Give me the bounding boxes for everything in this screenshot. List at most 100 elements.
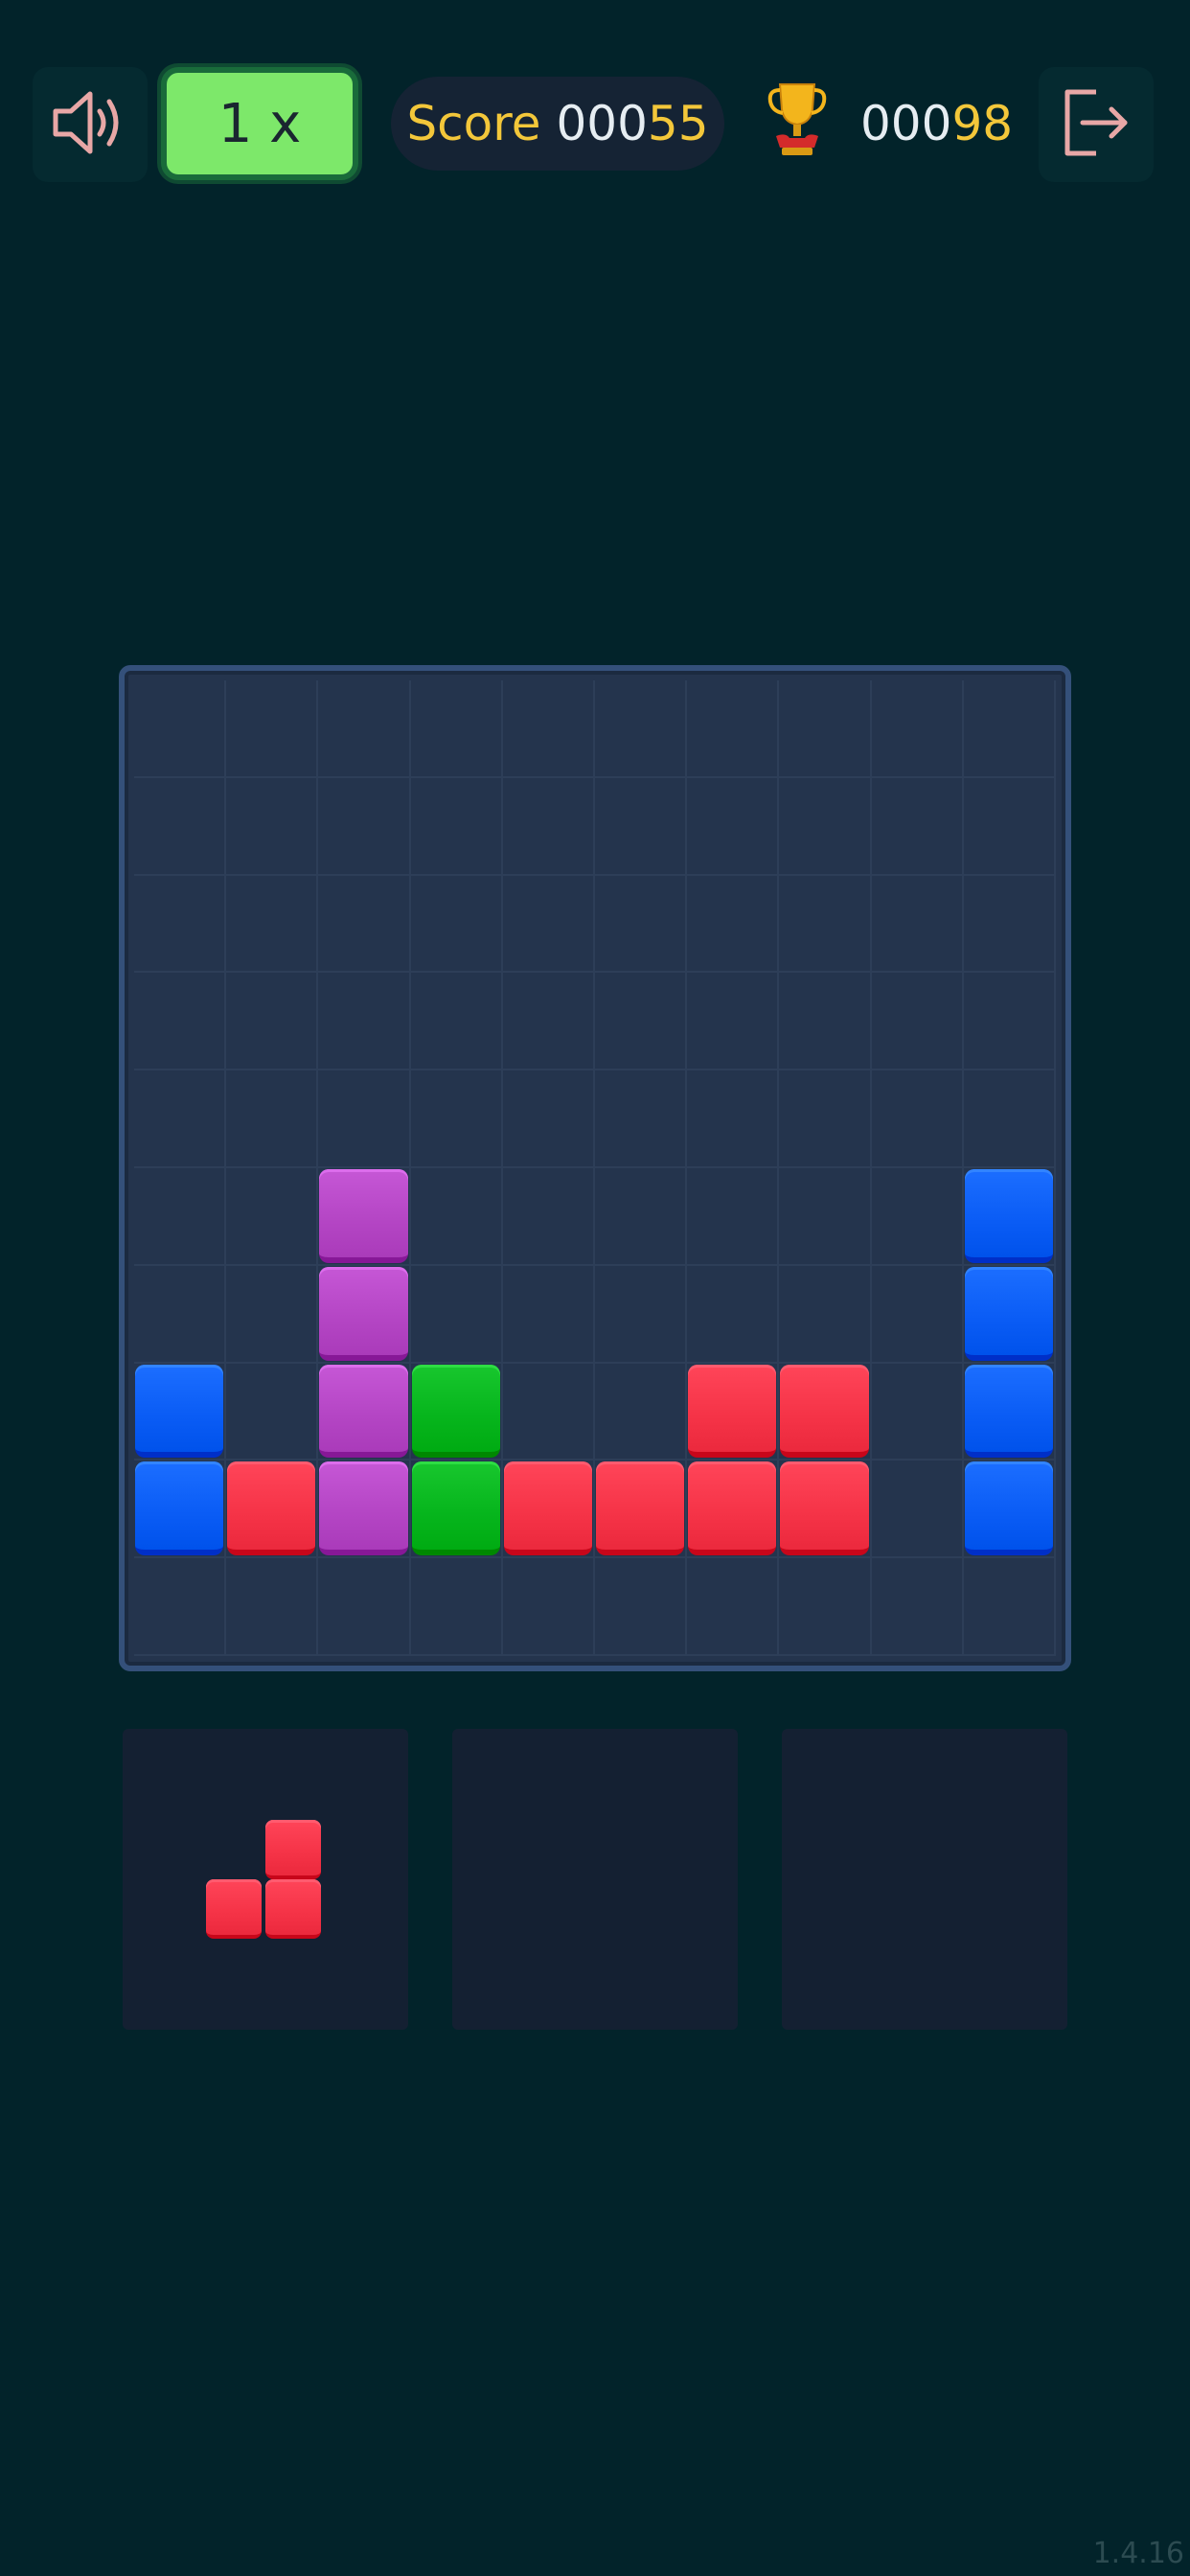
board-cell xyxy=(687,1558,780,1656)
board-cell xyxy=(779,1265,872,1364)
board-cell xyxy=(134,777,227,876)
piece-tray-1[interactable] xyxy=(123,1729,408,2030)
top-bar: 1 x Score 00055 00098 xyxy=(0,0,1190,249)
board-cell xyxy=(134,680,227,778)
piece-block-red xyxy=(206,1879,262,1939)
block-red xyxy=(595,1461,685,1556)
exit-icon xyxy=(1060,86,1133,163)
block-red xyxy=(227,1461,316,1556)
board-cell xyxy=(963,1265,1056,1364)
board-cell xyxy=(318,1460,411,1559)
board-cell xyxy=(779,1070,872,1168)
board-cell xyxy=(779,680,872,778)
block-blue xyxy=(135,1364,224,1459)
board-cell xyxy=(318,680,411,778)
board-cell xyxy=(594,1363,688,1461)
board-cell xyxy=(226,1363,319,1461)
board-cell xyxy=(226,875,319,974)
best-score-value: 00098 xyxy=(860,96,1013,151)
block-purple xyxy=(319,1169,408,1263)
board-cell xyxy=(134,1363,227,1461)
block-purple xyxy=(319,1266,408,1361)
board-cell xyxy=(226,973,319,1071)
best-digits: 98 xyxy=(951,96,1014,151)
piece-tray-2[interactable] xyxy=(452,1729,738,2030)
board-cell xyxy=(687,1070,780,1168)
board-cell xyxy=(594,777,688,876)
board-cell xyxy=(134,875,227,974)
board-cell xyxy=(226,680,319,778)
board-cell xyxy=(318,875,411,974)
board-cell xyxy=(779,1460,872,1559)
piece-block-red xyxy=(265,1879,321,1939)
board-cell xyxy=(779,1363,872,1461)
board-cell xyxy=(687,1265,780,1364)
board-cell xyxy=(687,875,780,974)
board-cell xyxy=(871,1265,964,1364)
board-cell xyxy=(871,1363,964,1461)
piece-tray-3[interactable] xyxy=(782,1729,1067,2030)
board-cell xyxy=(963,1070,1056,1168)
board-cell xyxy=(134,973,227,1071)
game-board[interactable] xyxy=(119,665,1071,1671)
board-cell xyxy=(226,1070,319,1168)
block-red xyxy=(688,1364,777,1459)
board-cell xyxy=(502,1558,595,1656)
board-cell xyxy=(502,777,595,876)
board-cell xyxy=(871,1460,964,1559)
board-cell xyxy=(687,1363,780,1461)
board-cell xyxy=(318,973,411,1071)
board-cell xyxy=(687,973,780,1071)
board-cell xyxy=(134,1070,227,1168)
board-cell xyxy=(318,1070,411,1168)
speed-button[interactable]: 1 x xyxy=(161,67,358,180)
best-score-display: 00098 xyxy=(767,77,1016,171)
speaker-icon xyxy=(50,86,130,163)
board-cell xyxy=(594,1460,688,1559)
board-cell xyxy=(502,1070,595,1168)
board-cell xyxy=(963,1168,1056,1266)
piece[interactable] xyxy=(206,1820,325,1939)
sound-button[interactable] xyxy=(33,67,148,182)
block-purple xyxy=(319,1364,408,1459)
score-display: Score 00055 xyxy=(391,77,724,171)
block-purple xyxy=(319,1461,408,1556)
board-cell xyxy=(502,680,595,778)
board-cell xyxy=(871,1168,964,1266)
board-cell xyxy=(502,875,595,974)
score-leading-zeros: 000 xyxy=(556,96,648,151)
board-cell xyxy=(963,777,1056,876)
board-cell xyxy=(226,1265,319,1364)
board-cell xyxy=(963,973,1056,1071)
board-cell xyxy=(226,777,319,876)
trophy-icon xyxy=(767,79,828,169)
block-red xyxy=(780,1461,869,1556)
board-cell xyxy=(687,1460,780,1559)
best-leading-zeros: 000 xyxy=(860,96,952,151)
board-cell xyxy=(410,973,503,1071)
board-cell xyxy=(687,680,780,778)
board-cell xyxy=(502,1265,595,1364)
board-cell xyxy=(410,1558,503,1656)
board-cell xyxy=(410,875,503,974)
board-cell xyxy=(871,1558,964,1656)
block-red xyxy=(688,1461,777,1556)
board-cell xyxy=(134,1265,227,1364)
board-cell xyxy=(134,1168,227,1266)
board-cell xyxy=(318,1558,411,1656)
board-cell xyxy=(594,1558,688,1656)
block-blue xyxy=(964,1266,1053,1361)
board-cell xyxy=(318,777,411,876)
board-cell xyxy=(871,1070,964,1168)
exit-button[interactable] xyxy=(1039,67,1154,182)
board-cell xyxy=(963,1558,1056,1656)
block-green xyxy=(411,1461,500,1556)
board-cell xyxy=(594,973,688,1071)
block-red xyxy=(503,1461,592,1556)
speed-label: 1 x xyxy=(217,92,302,155)
board-cell xyxy=(779,777,872,876)
board-cell xyxy=(871,875,964,974)
board-cell xyxy=(226,1558,319,1656)
piece-block-red xyxy=(265,1820,321,1879)
board-cell xyxy=(410,680,503,778)
